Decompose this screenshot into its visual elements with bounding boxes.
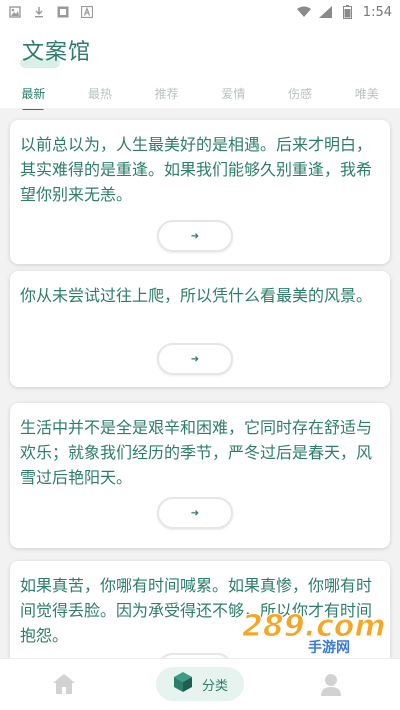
tab-hottest[interactable]: 最热 bbox=[67, 85, 134, 102]
arrow-right-icon: ➜ bbox=[190, 353, 200, 365]
tab-label: 最热 bbox=[88, 86, 113, 101]
tab-beautiful[interactable]: 唯美 bbox=[333, 85, 400, 102]
watermark-logo: 289.com 手游网 bbox=[238, 606, 388, 657]
quote-text: 生活中并不是全是艰辛和困难，它同时存在舒适与欢乐；就象我们经历的季节，严冬过后是… bbox=[20, 418, 373, 487]
app-title: 文案馆 bbox=[22, 40, 92, 65]
app-bar: 文案馆 最新 最热 推荐 爱情 伤感 唯美 bbox=[0, 24, 400, 112]
status-bar: 1:54 bbox=[0, 0, 400, 24]
quote-text: 以前总以为，人生最美好的是相遇。后来才明白，其实难得的是重逢。如果我们能够久别重… bbox=[20, 135, 373, 204]
arrow-right-icon: ➜ bbox=[190, 230, 200, 242]
tab-label: 推荐 bbox=[154, 86, 179, 101]
watermark-text: 289.com bbox=[242, 609, 386, 644]
arrow-right-icon: ➜ bbox=[190, 507, 200, 519]
quote-list[interactable]: 以前总以为，人生最美好的是相遇。后来才明白，其实难得的是重逢。如果我们能够久别重… bbox=[0, 110, 400, 658]
quote-card[interactable]: 生活中并不是全是艰辛和困难，它同时存在舒适与欢乐；就象我们经历的季节，严冬过后是… bbox=[10, 403, 390, 548]
quote-card[interactable]: 你从未尝试过往上爬，所以凭什么看最美的风景。 ➜ bbox=[10, 271, 390, 387]
a-notification-icon bbox=[80, 5, 94, 19]
tab-recommended[interactable]: 推荐 bbox=[133, 85, 200, 102]
nav-category-label: 分类 bbox=[201, 678, 228, 694]
tab-label: 爱情 bbox=[221, 86, 246, 101]
bottom-nav: 分类 bbox=[0, 658, 400, 710]
tab-label: 最新 bbox=[21, 86, 46, 101]
user-icon bbox=[320, 674, 342, 701]
quote-more-button[interactable]: ➜ bbox=[157, 497, 233, 529]
cube-icon bbox=[172, 671, 194, 697]
tab-label: 唯美 bbox=[354, 86, 379, 101]
quote-text: 你从未尝试过往上爬，所以凭什么看最美的风景。 bbox=[20, 286, 373, 305]
nav-category-button[interactable]: 分类 bbox=[156, 667, 244, 701]
signal-icon bbox=[319, 5, 333, 19]
download-icon bbox=[32, 5, 46, 19]
status-right: 1:54 bbox=[296, 4, 392, 20]
app-notification-icon bbox=[56, 5, 70, 19]
category-tabs: 最新 最热 推荐 爱情 伤感 唯美 bbox=[0, 78, 400, 112]
nav-profile-button[interactable] bbox=[320, 673, 342, 701]
status-time: 1:54 bbox=[362, 4, 392, 20]
tab-label: 伤感 bbox=[288, 86, 313, 101]
watermark-sub: 手游网 bbox=[308, 639, 350, 656]
quote-more-button[interactable]: ➜ bbox=[157, 343, 233, 375]
battery-icon bbox=[341, 5, 355, 19]
status-left bbox=[8, 5, 94, 19]
notification-image-icon bbox=[8, 5, 22, 19]
quote-card[interactable]: 以前总以为，人生最美好的是相遇。后来才明白，其实难得的是重逢。如果我们能够久别重… bbox=[10, 120, 390, 264]
tab-love[interactable]: 爱情 bbox=[200, 85, 267, 102]
tab-latest[interactable]: 最新 bbox=[0, 85, 67, 112]
tab-sad[interactable]: 伤感 bbox=[267, 85, 334, 102]
quote-more-button[interactable]: ➜ bbox=[157, 220, 233, 252]
wifi-icon bbox=[296, 5, 311, 19]
home-icon bbox=[52, 674, 76, 699]
nav-home-button[interactable] bbox=[52, 673, 76, 699]
